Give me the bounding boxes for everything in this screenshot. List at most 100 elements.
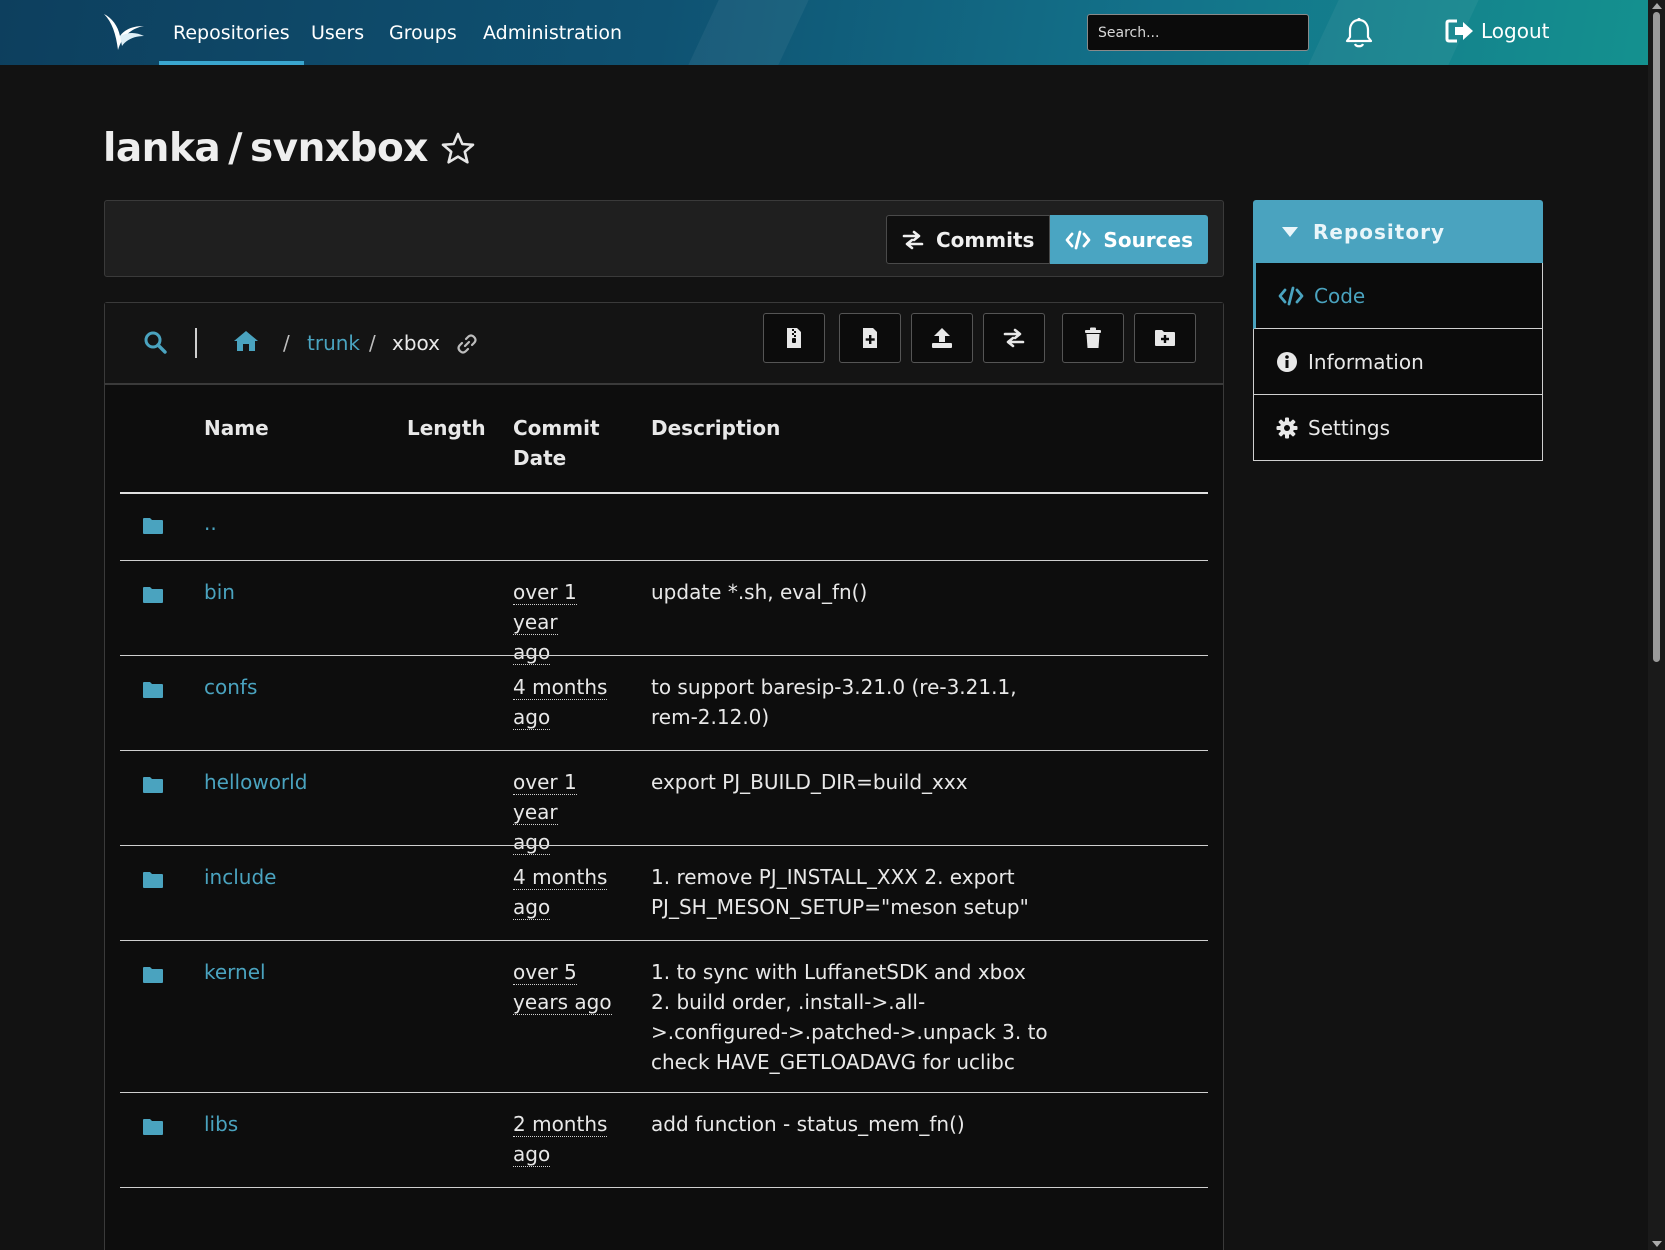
caret-down-icon: [1282, 226, 1298, 237]
gear-icon: [1276, 417, 1298, 438]
table-row-divider: [120, 1092, 1208, 1093]
repo-namespace[interactable]: lanka: [103, 126, 221, 171]
scroll-down-arrow-icon[interactable]: [1652, 1241, 1662, 1247]
commit-date-line1: 2 months: [513, 1112, 608, 1137]
table-row-name[interactable]: ..: [204, 508, 217, 538]
page-scrollbar[interactable]: [1648, 0, 1665, 1250]
commit-date-line2: ago: [513, 1142, 551, 1167]
folder-icon: [143, 967, 163, 983]
breadcrumb-separator: /: [283, 331, 290, 355]
view-toggle-bar: Commits Sources: [104, 200, 1224, 277]
source-browser-panel: / trunk / xbox Name Length Commit Date D…: [104, 302, 1224, 1250]
repo-title-separator: /: [228, 126, 242, 171]
search-input[interactable]: [1087, 14, 1309, 51]
folder-icon: [143, 1119, 163, 1135]
sources-button[interactable]: Sources: [1050, 215, 1208, 264]
nav-administration[interactable]: Administration: [483, 0, 622, 65]
column-header-description[interactable]: Description: [651, 413, 780, 443]
sidebar-item-label: Information: [1308, 349, 1424, 374]
table-row-name[interactable]: confs: [204, 672, 257, 702]
notification-bell-icon[interactable]: [1344, 17, 1374, 49]
nav-users[interactable]: Users: [311, 0, 364, 65]
table-row-divider: [120, 750, 1208, 751]
folder-icon: [143, 518, 163, 534]
breadcrumb-trunk[interactable]: trunk: [307, 331, 360, 355]
table-header-divider: [120, 492, 1208, 494]
sidebar-repository-header[interactable]: Repository: [1253, 200, 1543, 263]
nav-repositories[interactable]: Repositories: [159, 0, 304, 65]
table-row-description: export PJ_BUILD_DIR=build_xxx: [651, 770, 968, 794]
commit-date-line1: 4 months: [513, 865, 608, 890]
folder-icon: [143, 872, 163, 888]
table-row-divider: [120, 940, 1208, 941]
repo-name[interactable]: svnxbox: [250, 126, 428, 171]
sources-button-label: Sources: [1103, 227, 1193, 252]
table-row-commit-date: 4 months ago: [513, 862, 623, 922]
table-row-divider: [120, 1187, 1208, 1188]
trash-icon: [1085, 327, 1101, 348]
folder-plus-icon: [1155, 330, 1175, 346]
search-icon[interactable]: [143, 330, 167, 354]
table-row-name[interactable]: bin: [204, 577, 235, 607]
column-header-commit-date-line1: Commit: [513, 416, 600, 440]
upload-icon: [932, 328, 952, 348]
delete-button[interactable]: [1062, 313, 1124, 363]
sidebar-item-code[interactable]: Code: [1253, 263, 1543, 329]
nav-groups[interactable]: Groups: [389, 0, 457, 65]
logout-icon: [1445, 19, 1473, 43]
commit-date-line2: ago: [513, 830, 551, 855]
home-icon[interactable]: [233, 329, 259, 353]
create-folder-button[interactable]: [1134, 313, 1196, 363]
table-row-commit-date: over 1 year ago: [513, 767, 623, 857]
file-plus-icon: [863, 328, 877, 348]
sidebar-item-label: Code: [1314, 283, 1366, 308]
app-logo-icon[interactable]: [102, 12, 146, 52]
breadcrumb-current: xbox: [392, 331, 440, 355]
column-header-commit-date-line2: Date: [513, 446, 567, 470]
commit-date-line2: ago: [513, 705, 551, 730]
table-row-name[interactable]: include: [204, 862, 276, 892]
sidebar-item-information[interactable]: Information: [1253, 329, 1543, 395]
table-row-divider: [120, 655, 1208, 656]
table-row-divider: [120, 560, 1208, 561]
commits-button[interactable]: Commits: [886, 215, 1051, 264]
commit-date-line1: 4 months: [513, 675, 608, 700]
table-row-description: update *.sh, eval_fn(): [651, 580, 868, 604]
exchange-icon: [1003, 328, 1025, 348]
permalink-icon[interactable]: [457, 334, 477, 354]
code-icon: [1066, 230, 1091, 249]
commit-date-line1: over 1 year: [513, 580, 577, 635]
view-toggle-group: Commits Sources: [886, 215, 1208, 264]
logout-label: Logout: [1481, 19, 1550, 43]
folder-icon: [143, 587, 163, 603]
commit-date-line2: ago: [513, 640, 551, 665]
upload-button[interactable]: [911, 313, 973, 363]
toolbar-divider: [195, 328, 197, 358]
folder-icon: [143, 777, 163, 793]
exchange-icon: [902, 230, 924, 249]
sidebar-item-settings[interactable]: Settings: [1253, 395, 1543, 461]
info-icon: [1277, 351, 1297, 372]
column-header-length[interactable]: Length: [407, 413, 486, 443]
sidebar-header-label: Repository: [1313, 219, 1445, 244]
download-archive-button[interactable]: [763, 313, 825, 363]
scroll-up-arrow-icon[interactable]: [1652, 3, 1662, 9]
table-row-description: to support baresip-3.21.0 (re-3.21.1, re…: [651, 675, 1017, 729]
commit-date-line2: years ago: [513, 990, 612, 1015]
favorite-star-icon[interactable]: [440, 131, 476, 167]
commit-date-line1: over 1 year: [513, 770, 577, 825]
table-row-name[interactable]: kernel: [204, 957, 266, 987]
create-file-button[interactable]: [839, 313, 901, 363]
table-row-name[interactable]: helloworld: [204, 767, 307, 797]
column-header-commit-date[interactable]: Commit Date: [513, 413, 600, 473]
table-row-description: 1. remove PJ_INSTALL_XXX 2. export PJ_SH…: [651, 865, 1029, 919]
table-row-name[interactable]: libs: [204, 1109, 238, 1139]
table-row-description: add function - status_mem_fn(): [651, 1112, 965, 1136]
top-navbar: Repositories Users Groups Administration…: [0, 0, 1648, 65]
column-header-name[interactable]: Name: [204, 413, 269, 443]
scrollbar-thumb[interactable]: [1653, 12, 1660, 662]
folder-icon: [143, 682, 163, 698]
move-button[interactable]: [983, 313, 1045, 363]
logout-button[interactable]: Logout: [1445, 18, 1549, 44]
breadcrumb-separator: /: [369, 331, 376, 355]
